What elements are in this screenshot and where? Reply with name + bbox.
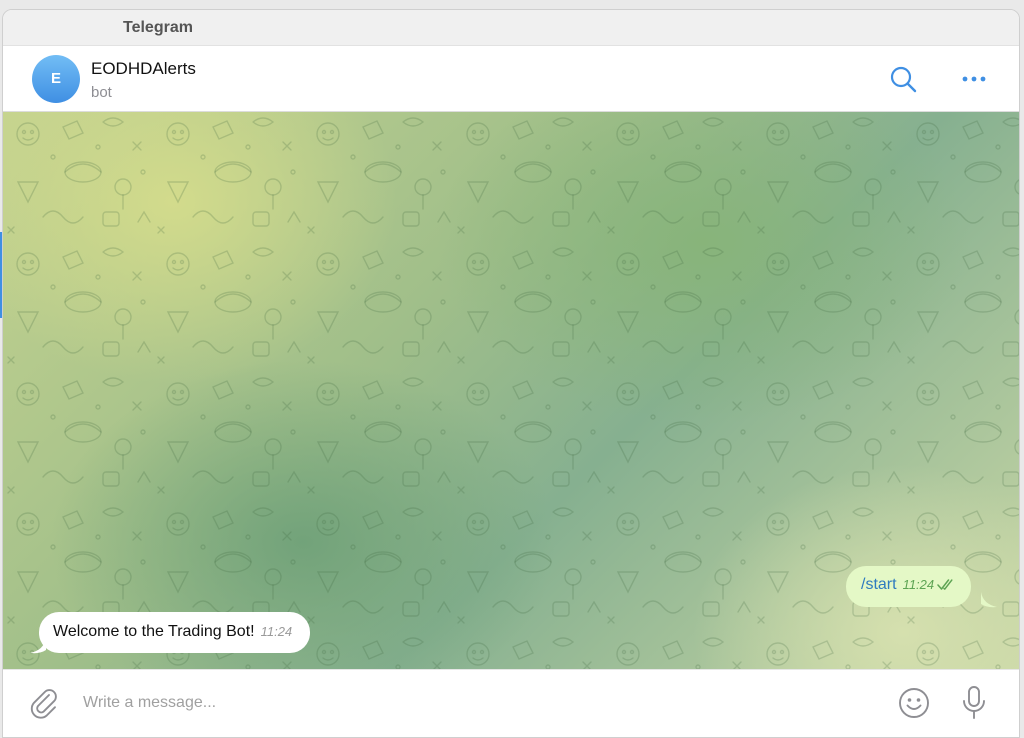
microphone-icon [963,686,985,719]
voice-message-button[interactable] [958,684,990,722]
message-composer [3,669,1019,737]
message-text: /start [861,576,897,593]
attach-button[interactable] [27,686,61,720]
window-title: Telegram [123,19,193,36]
search-button[interactable] [887,63,919,95]
search-icon [890,66,917,93]
more-icon [962,76,986,82]
incoming-bubble-tail [30,638,46,654]
message-input[interactable] [83,690,863,716]
message-list[interactable]: /start 11:24 Welcome to the Trading Bot! 1… [3,112,1019,669]
window-titlebar[interactable]: Telegram [3,10,1019,46]
message-time: 11:24 [260,624,293,639]
outgoing-bubble-tail [981,592,997,608]
chat-status: bot [91,84,112,101]
smiley-icon [899,688,929,718]
more-options-button[interactable] [958,63,990,95]
chat-title[interactable]: EODHDAlerts [91,59,196,79]
message-time: 11:24 [902,577,935,592]
outgoing-message[interactable]: /start 11:24 [846,566,972,607]
avatar[interactable]: E [32,55,80,103]
message-text: Welcome to the Trading Bot! [53,623,255,640]
incoming-message[interactable]: Welcome to the Trading Bot! 11:24 [39,612,311,653]
telegram-window: Telegram E EODHDAlerts bot /start 11:24 … [2,9,1020,738]
chat-header: E EODHDAlerts bot [3,46,1019,112]
emoji-button[interactable] [897,686,931,720]
paperclip-icon [30,689,57,719]
read-checkmarks-icon [937,579,953,590]
